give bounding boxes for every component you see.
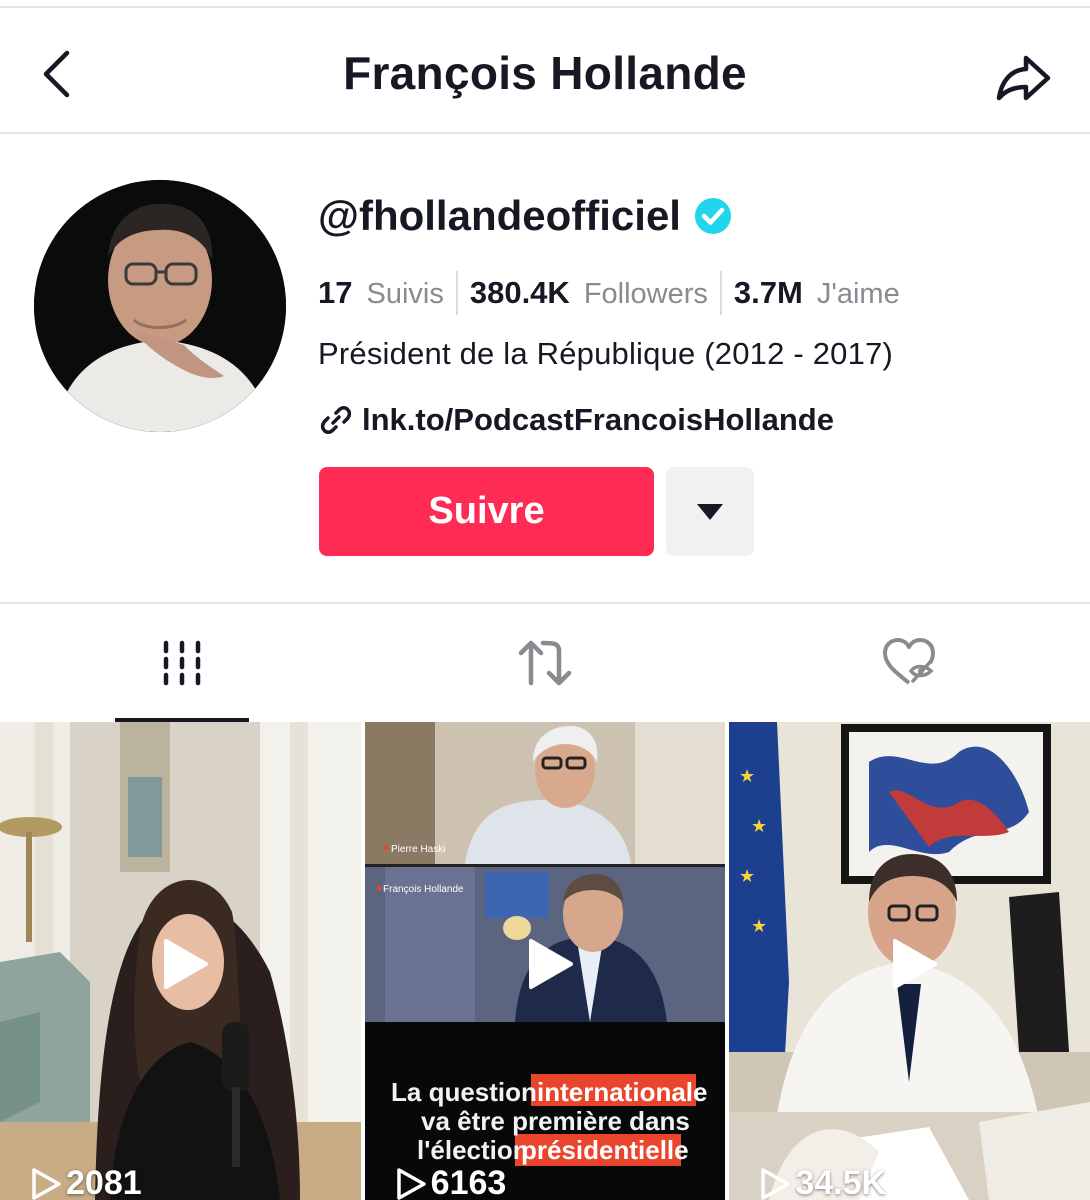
- play-outline-icon: [396, 1167, 426, 1200]
- profile-stats: 17 Suivis 380.4K Followers 3.7M J'aime: [318, 270, 912, 316]
- view-count-text: 2081: [66, 1164, 142, 1200]
- video-thumbnail-3[interactable]: ★ ★ ★ ★ 34.5K: [729, 722, 1090, 1200]
- view-count: 6163: [395, 1164, 507, 1200]
- svg-text:★: ★: [739, 866, 755, 887]
- share-arrow-icon: [996, 55, 1051, 101]
- likes-stat[interactable]: 3.7M J'aime: [722, 275, 912, 311]
- username: @fhollandeofficiel: [318, 192, 733, 240]
- following-label: Suivis: [366, 278, 444, 310]
- play-icon: [893, 939, 938, 989]
- header-bar: François Hollande: [0, 8, 1090, 134]
- video-grid: 2081 François Hollande Pierre Haski La q…: [0, 722, 1090, 1200]
- more-options-button[interactable]: [666, 467, 754, 556]
- caret-down-icon: [697, 503, 723, 520]
- view-count-text: 34.5K: [795, 1164, 887, 1200]
- caption-line1-highlight: internationale: [537, 1077, 707, 1107]
- play-icon: [164, 939, 208, 989]
- profile-tabs: [0, 604, 1090, 723]
- view-count: 2081: [30, 1164, 142, 1200]
- overlay-name-bottom: François Hollande: [383, 884, 464, 895]
- following-stat[interactable]: 17 Suivis: [318, 275, 456, 311]
- liked-hidden-icon: [883, 638, 935, 685]
- caption-line1-plain: La question: [391, 1077, 537, 1107]
- play-outline-icon: [761, 1167, 791, 1200]
- profile-link[interactable]: lnk.to/PodcastFrancoisHollande: [318, 402, 834, 438]
- likes-count: 3.7M: [733, 275, 803, 310]
- video-thumbnail-1[interactable]: 2081: [0, 722, 361, 1200]
- caption-line2: va être première dans: [421, 1106, 690, 1136]
- tab-reposts[interactable]: [478, 604, 612, 722]
- view-count: 34.5K: [759, 1164, 886, 1200]
- top-edge: [0, 0, 1090, 8]
- followers-stat[interactable]: 380.4K Followers: [458, 275, 720, 311]
- video-thumbnail-2[interactable]: François Hollande Pierre Haski La questi…: [364, 722, 726, 1200]
- svg-text:★: ★: [739, 766, 755, 787]
- followers-count: 380.4K: [469, 275, 570, 310]
- follow-button[interactable]: Suivre: [319, 467, 654, 556]
- tab-liked[interactable]: [842, 604, 976, 722]
- svg-text:★: ★: [751, 816, 767, 837]
- tab-videos[interactable]: [115, 604, 249, 722]
- caption-line3-highlight: présidentielle: [521, 1135, 689, 1165]
- following-count: 17: [318, 275, 353, 310]
- caption-line3-plain: l'élection: [417, 1135, 529, 1165]
- view-count-text: 6163: [430, 1164, 507, 1200]
- overlay-name-top: Pierre Haski: [391, 844, 445, 855]
- share-button[interactable]: [990, 48, 1058, 108]
- username-text: @fhollandeofficiel: [318, 192, 681, 239]
- profile-bio: Président de la République (2012 - 2017): [318, 336, 893, 371]
- avatar-portrait: [34, 180, 286, 432]
- repost-icon: [518, 640, 572, 686]
- verified-badge-icon: [694, 198, 731, 234]
- link-icon: [320, 406, 352, 434]
- play-icon: [528, 939, 573, 989]
- play-outline-icon: [32, 1167, 61, 1200]
- profile-link-text: lnk.to/PodcastFrancoisHollande: [362, 402, 834, 437]
- page-title: François Hollande: [343, 47, 747, 99]
- videos-grid-icon: [163, 640, 201, 686]
- svg-text:★: ★: [751, 916, 767, 937]
- followers-label: Followers: [583, 278, 708, 310]
- avatar[interactable]: [34, 180, 286, 432]
- likes-label: J'aime: [816, 278, 900, 310]
